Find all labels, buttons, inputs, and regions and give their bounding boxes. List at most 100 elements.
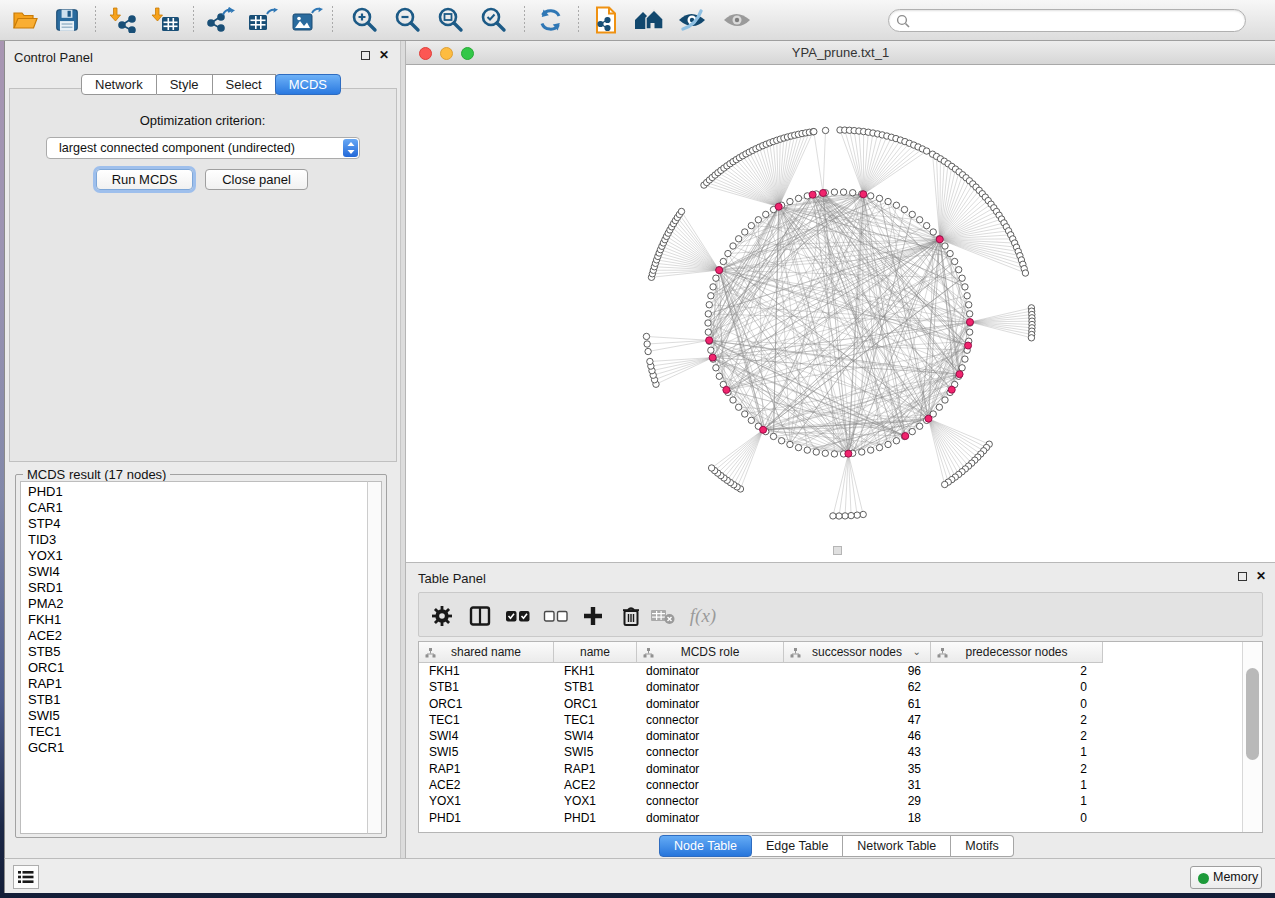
delete-table-icon[interactable] — [648, 602, 678, 630]
import-network-button[interactable] — [107, 5, 141, 35]
table-row[interactable]: YOX1YOX1connector291 — [419, 793, 1243, 809]
zoom-out-button[interactable] — [391, 5, 425, 35]
table-cell[interactable]: FKH1 — [554, 663, 637, 679]
table-cell[interactable]: 47 — [784, 712, 931, 728]
memory-button[interactable]: Memory — [1190, 866, 1262, 889]
table-row[interactable]: TEC1TEC1connector472 — [419, 712, 1243, 728]
function-builder-icon[interactable]: f(x) — [683, 602, 723, 630]
column-header-MCDS-role[interactable]: MCDS role — [637, 642, 784, 663]
table-row[interactable]: FKH1FKH1dominator962 — [419, 663, 1243, 679]
table-scrollbar-thumb[interactable] — [1246, 668, 1259, 760]
network-view-panel[interactable]: YPA_prune.txt_1 .chord { stroke:#888888;… — [406, 41, 1275, 562]
select-all-columns-icon[interactable] — [503, 602, 533, 630]
column-header-shared-name[interactable]: shared name — [419, 642, 554, 663]
tab-network[interactable]: Network — [81, 74, 157, 95]
mcds-result-item[interactable]: CAR1 — [21, 500, 368, 516]
tab-select[interactable]: Select — [213, 74, 276, 95]
table-row[interactable]: ACE2ACE2connector311 — [419, 777, 1243, 793]
table-cell[interactable]: FKH1 — [419, 663, 554, 679]
table-cell[interactable]: 2 — [931, 712, 1103, 728]
table-cell[interactable]: 2 — [931, 663, 1103, 679]
float-panel-icon[interactable] — [361, 51, 370, 60]
zoom-fit-button[interactable] — [434, 5, 468, 35]
table-cell[interactable]: STB1 — [554, 679, 637, 695]
table-cell[interactable]: 2 — [931, 728, 1103, 744]
table-cell[interactable]: SWI4 — [419, 728, 554, 744]
close-panel-icon[interactable]: ✕ — [379, 48, 389, 62]
table-cell[interactable]: 62 — [784, 679, 931, 695]
table-cell[interactable]: 1 — [931, 777, 1103, 793]
export-table-button[interactable] — [246, 5, 280, 35]
mcds-result-item[interactable]: STB5 — [21, 644, 368, 660]
table-cell[interactable]: dominator — [637, 679, 784, 695]
table-row[interactable]: RAP1RAP1dominator352 — [419, 761, 1243, 777]
table-cell[interactable]: connector — [637, 712, 784, 728]
table-row[interactable]: STB1STB1dominator620 — [419, 679, 1243, 695]
mcds-result-item[interactable]: YOX1 — [21, 548, 368, 564]
bottom-tab-motifs[interactable]: Motifs — [951, 835, 1013, 857]
table-row[interactable]: SWI5SWI5connector431 — [419, 744, 1243, 760]
tab-style[interactable]: Style — [157, 74, 213, 95]
tab-mcds[interactable]: MCDS — [275, 74, 341, 95]
table-cell[interactable]: 29 — [784, 793, 931, 809]
mcds-result-item[interactable]: GCR1 — [21, 740, 368, 756]
table-cell[interactable]: SWI5 — [554, 744, 637, 760]
delete-column-icon[interactable] — [616, 602, 646, 630]
table-row[interactable]: PHD1PHD1dominator180 — [419, 810, 1243, 826]
float-table-panel-icon[interactable] — [1238, 572, 1247, 581]
table-cell[interactable]: YOX1 — [554, 793, 637, 809]
table-row[interactable]: ORC1ORC1dominator610 — [419, 696, 1243, 712]
mcds-result-item[interactable]: FKH1 — [21, 612, 368, 628]
table-cell[interactable]: 2 — [931, 761, 1103, 777]
table-cell[interactable]: SWI5 — [419, 744, 554, 760]
table-cell[interactable]: 31 — [784, 777, 931, 793]
table-cell[interactable]: 1 — [931, 793, 1103, 809]
mcds-result-item[interactable]: SRD1 — [21, 580, 368, 596]
table-cell[interactable]: RAP1 — [554, 761, 637, 777]
table-cell[interactable]: YOX1 — [419, 793, 554, 809]
mcds-result-item[interactable]: ORC1 — [21, 660, 368, 676]
share-document-button[interactable] — [589, 5, 623, 35]
show-column-panel-icon[interactable] — [465, 602, 495, 630]
table-row[interactable]: SWI4SWI4dominator462 — [419, 728, 1243, 744]
mcds-result-item[interactable]: STP4 — [21, 516, 368, 532]
table-cell[interactable]: 18 — [784, 810, 931, 826]
first-neighbors-button[interactable] — [632, 5, 666, 35]
table-cell[interactable]: TEC1 — [419, 712, 554, 728]
mcds-result-item[interactable]: TID3 — [21, 532, 368, 548]
mcds-result-item[interactable]: ACE2 — [21, 628, 368, 644]
table-cell[interactable]: PHD1 — [419, 810, 554, 826]
network-graph-canvas[interactable]: .chord { stroke:#888888; stroke-opacity:… — [406, 65, 1275, 562]
table-cell[interactable]: 0 — [931, 679, 1103, 695]
table-cell[interactable]: 43 — [784, 744, 931, 760]
close-table-panel-icon[interactable]: ✕ — [1256, 569, 1266, 583]
open-file-button[interactable] — [8, 5, 42, 35]
table-cell[interactable]: 0 — [931, 696, 1103, 712]
table-cell[interactable]: 46 — [784, 728, 931, 744]
table-scrollbar[interactable] — [1242, 642, 1262, 832]
mcds-result-item[interactable]: SWI5 — [21, 708, 368, 724]
column-header-name[interactable]: name — [554, 642, 637, 663]
export-network-button[interactable] — [204, 5, 238, 35]
table-cell[interactable]: dominator — [637, 810, 784, 826]
table-cell[interactable]: ACE2 — [419, 777, 554, 793]
mcds-result-scrollbar[interactable] — [367, 481, 382, 834]
table-cell[interactable]: dominator — [637, 728, 784, 744]
table-cell[interactable]: dominator — [637, 761, 784, 777]
unselect-all-columns-icon[interactable] — [541, 602, 571, 630]
table-cell[interactable]: dominator — [637, 663, 784, 679]
mcds-result-item[interactable]: PHD1 — [21, 484, 368, 500]
mcds-result-item[interactable]: STB1 — [21, 692, 368, 708]
table-cell[interactable]: 96 — [784, 663, 931, 679]
optimization-criterion-select[interactable]: largest connected component (undirected) — [46, 137, 360, 159]
table-cell[interactable]: connector — [637, 744, 784, 760]
table-cell[interactable]: 61 — [784, 696, 931, 712]
table-cell[interactable]: 0 — [931, 810, 1103, 826]
table-cell[interactable]: RAP1 — [419, 761, 554, 777]
zoom-in-button[interactable] — [348, 5, 382, 35]
mcds-result-item[interactable]: RAP1 — [21, 676, 368, 692]
table-cell[interactable]: connector — [637, 777, 784, 793]
table-cell[interactable]: 1 — [931, 744, 1103, 760]
table-settings-icon[interactable] — [427, 602, 457, 630]
table-cell[interactable]: ORC1 — [554, 696, 637, 712]
